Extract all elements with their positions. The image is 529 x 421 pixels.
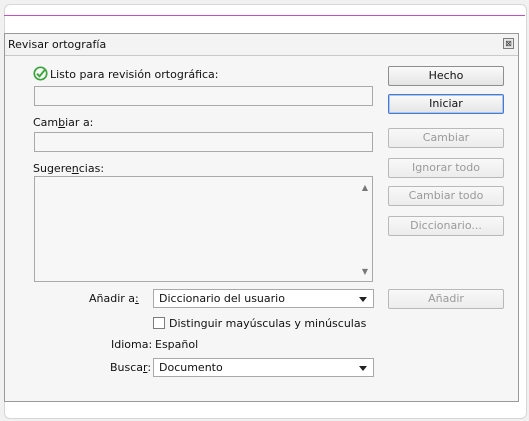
close-icon[interactable]: ⊠ — [503, 38, 514, 49]
suggestions-label: Sugerencias: — [33, 162, 105, 175]
scroll-up-icon[interactable]: ▲ — [362, 183, 368, 192]
accent-line — [4, 15, 525, 16]
change-button[interactable]: Cambiar — [388, 128, 504, 148]
checkmark-circle-icon — [33, 66, 48, 81]
search-select[interactable]: Documento — [153, 358, 374, 377]
spell-check-dialog: Revisar ortografía ⊠ Listo para revisión… — [4, 33, 519, 402]
misspelled-word-field — [34, 86, 373, 106]
add-to-select[interactable]: Diccionario del usuario — [153, 289, 374, 308]
add-to-value: Diccionario del usuario — [159, 292, 285, 305]
add-button[interactable]: Añadir — [388, 289, 504, 309]
change-to-label: Cambiar a: — [33, 116, 94, 129]
suggestions-list[interactable]: ▲ ▼ — [34, 176, 373, 282]
dialog-title: Revisar ortografía — [8, 38, 107, 51]
case-sensitive-label: Distinguir mayúsculas y minúsculas — [169, 317, 367, 330]
chevron-down-icon — [359, 366, 367, 371]
add-to-label: Añadir a: — [89, 292, 139, 305]
language-value: Español — [155, 338, 199, 351]
case-sensitive-checkbox[interactable] — [153, 317, 165, 329]
start-button[interactable]: Iniciar — [388, 94, 504, 114]
dictionary-button[interactable]: Diccionario... — [388, 216, 504, 236]
done-button[interactable]: Hecho — [388, 66, 504, 86]
search-label: Buscar: — [110, 361, 152, 374]
change-all-button[interactable]: Cambiar todo — [388, 186, 504, 206]
scroll-down-icon[interactable]: ▼ — [362, 267, 368, 276]
language-label: Idioma: — [111, 338, 153, 351]
dialog-titlebar: Revisar ortografía ⊠ — [5, 34, 518, 56]
change-to-input[interactable] — [34, 132, 373, 152]
chevron-down-icon — [359, 297, 367, 302]
ignore-all-button[interactable]: Ignorar todo — [388, 158, 504, 178]
status-label: Listo para revisión ortográfica: — [50, 68, 219, 81]
search-value: Documento — [159, 361, 223, 374]
